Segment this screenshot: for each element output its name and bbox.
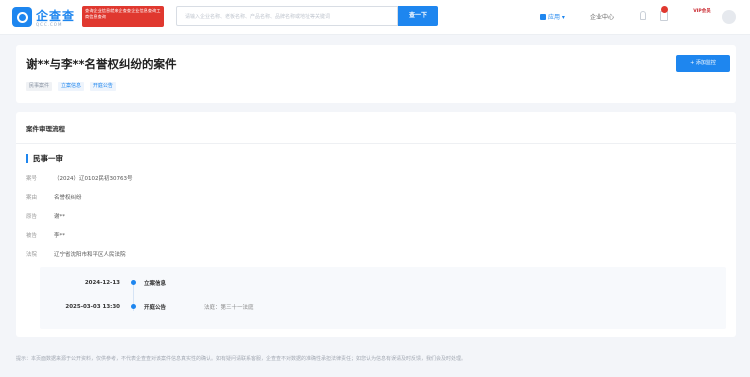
timeline-dot (131, 280, 136, 285)
avatar[interactable] (722, 10, 736, 24)
field-value[interactable]: 辽宁省沈阳市和平区人民法院 (54, 252, 126, 258)
nav-enterprise-center[interactable]: 企业中心 (590, 12, 614, 21)
case-process-card: 案件审理流程 民事一审 案号 （2024）辽0102民初30763号 案由 名誉权纠… (16, 112, 736, 337)
timeline-note: 法庭：第三十一法庭 (204, 305, 254, 311)
field-label: 案号 (26, 176, 38, 182)
case-tag[interactable]: 开庭公告 (89, 82, 116, 91)
logo-subtitle: QCC.COM (36, 22, 63, 27)
case-tags: 民事案件 立案信息 开庭公告 (26, 82, 120, 91)
case-tag: 民事案件 (26, 82, 53, 91)
field-value: 谢** (54, 214, 66, 220)
logo-icon[interactable] (12, 7, 32, 27)
field-label: 法院 (26, 252, 38, 258)
vip-badge[interactable]: VIP会员 (688, 9, 716, 23)
app-grid-icon (540, 14, 546, 20)
promo-banner[interactable]: 查询企业信息就来企查查企业信息查询工商信息查询 (82, 6, 164, 27)
case-timeline: 2024-12-13 立案信息 2025-03-03 13:30 开庭公告 法庭… (40, 267, 726, 329)
timeline-date: 2025-03-03 13:30 (65, 304, 120, 310)
nav-app-label: 应用 (548, 14, 561, 21)
field-label: 原告 (26, 214, 38, 220)
divider (16, 143, 736, 144)
nav-app-menu[interactable]: 应用 ▾ (540, 12, 565, 21)
field-case-number: 案号 （2024）辽0102民初30763号 (26, 174, 133, 182)
field-label: 案由 (26, 195, 38, 201)
page-title: 谢**与李**名誉权纠纷的案件 (26, 57, 177, 71)
timeline-event[interactable]: 立案信息 (144, 279, 166, 287)
footer-disclaimer: 提示：本页面数据来源于公开资料，仅供参考，不代表企查查对该案件信息真实性的确认。… (16, 356, 467, 362)
field-label: 被告 (26, 233, 38, 239)
field-court: 法院 辽宁省沈阳市和平区人民法院 (26, 250, 126, 258)
case-header-card: 谢**与李**名誉权纠纷的案件 民事案件 立案信息 开庭公告 + 添加监控 (16, 45, 736, 103)
add-monitor-button[interactable]: + 添加监控 (676, 55, 730, 72)
monitor-button-label: + 添加监控 (690, 60, 716, 66)
search-button[interactable]: 查一下 (398, 6, 438, 26)
section-title: 案件审理流程 (26, 125, 65, 133)
search-input[interactable]: 请输入企业名称、老板名称、产品名称、品牌名称或地址等关键词 (176, 6, 398, 26)
bell-icon[interactable] (640, 11, 646, 20)
case-tag[interactable]: 立案信息 (57, 82, 84, 91)
timeline-event[interactable]: 开庭公告 (144, 303, 166, 311)
field-value: （2024）辽0102民初30763号 (54, 176, 133, 182)
notification-badge (661, 6, 668, 13)
field-defendant: 被告 李** (26, 231, 65, 239)
field-value: 名誉权纠纷 (54, 195, 82, 201)
timeline-date: 2024-12-13 (84, 280, 120, 286)
stage-title: 民事一审 (26, 154, 63, 163)
top-navigation-bar: 企查查 QCC.COM 查询企业信息就来企查查企业信息查询工商信息查询 请输入企… (0, 0, 750, 35)
field-value: 李** (54, 233, 66, 239)
timeline-dot (131, 304, 136, 309)
field-cause: 案由 名誉权纠纷 (26, 193, 82, 201)
field-plaintiff: 原告 谢** (26, 212, 65, 220)
